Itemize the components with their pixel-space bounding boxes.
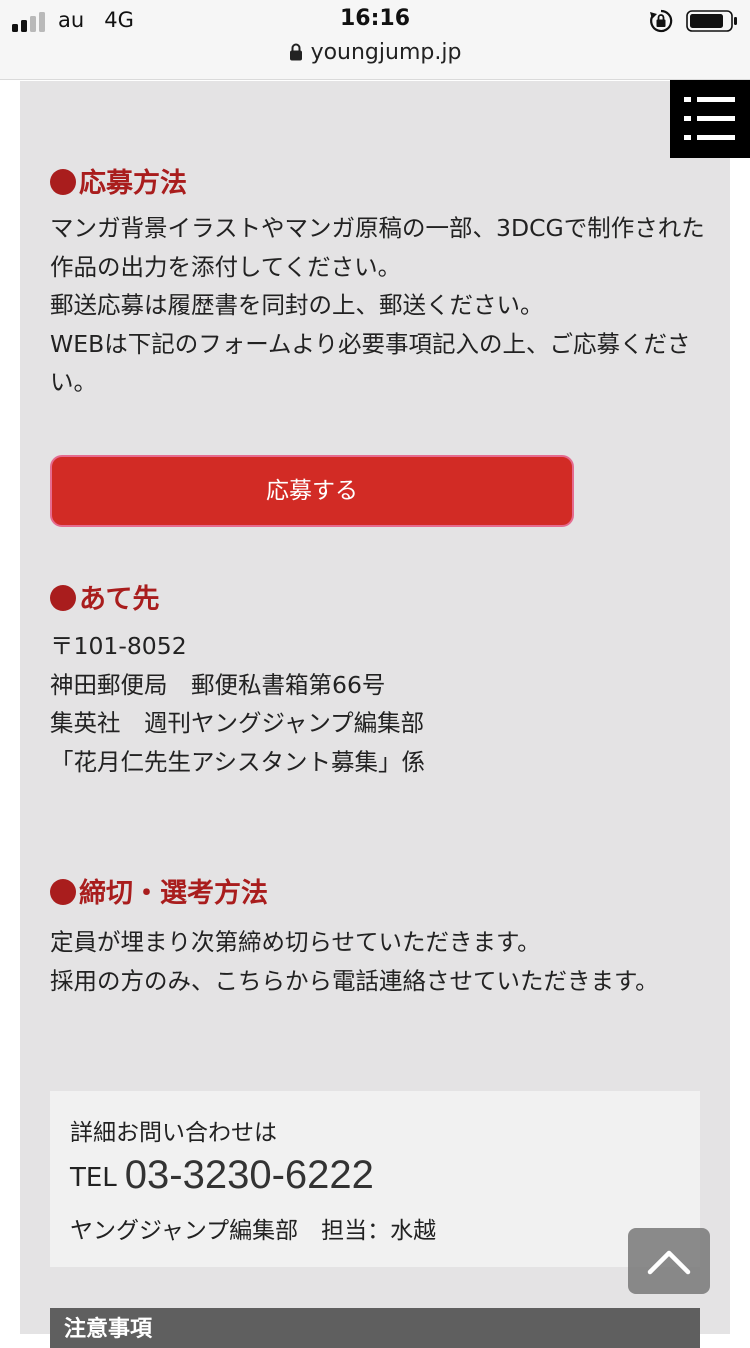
bullet-dot-icon — [50, 585, 76, 611]
status-bar: au 4G 16:16 youngjump.jp — [0, 0, 750, 80]
contact-box: 詳細お問い合わせは TEL 03-3230-6222 ヤングジャンプ編集部 担当：… — [50, 1091, 700, 1267]
contact-department: ヤングジャンプ編集部 担当：水越 — [70, 1218, 437, 1244]
address-text: 〒101-8052 神田郵便局 郵便私書箱第66号 集英社 週刊ヤングジャンプ編… — [50, 632, 426, 776]
notes-header: 注意事項 — [50, 1308, 700, 1348]
url-text: youngjump.jp — [310, 40, 462, 65]
bullet-dot-icon — [50, 169, 76, 195]
apply-method-text: マンガ背景イラストやマンガ原稿の一部、3DCGで制作された作品の出力を添付してく… — [50, 214, 705, 396]
bullet-dot-icon — [50, 879, 76, 905]
chevron-up-icon — [647, 1250, 691, 1275]
rotation-lock-icon — [650, 9, 673, 33]
lock-icon — [289, 43, 302, 61]
battery-icon — [686, 10, 737, 32]
section-title: 締切・選考方法 — [79, 878, 268, 909]
back-to-top-button[interactable] — [628, 1228, 710, 1294]
tel-number[interactable]: 03-3230-6222 — [125, 1153, 374, 1197]
section-address: あて先 — [50, 577, 159, 616]
status-time: 16:16 — [339, 6, 411, 31]
section-deadline: 締切・選考方法 — [50, 871, 268, 910]
tel-label: TEL — [70, 1163, 117, 1193]
section-title: 応募方法 — [79, 168, 187, 199]
contact-phone: TEL 03-3230-6222 — [70, 1153, 374, 1198]
section-title: あて先 — [79, 584, 160, 615]
url-bar[interactable]: youngjump.jp — [0, 40, 750, 65]
content-panel: 応募方法 マンガ背景イラストやマンガ原稿の一部、3DCGで制作された作品の出力を… — [20, 81, 730, 1348]
deadline-text: 定員が埋まり次第締め切らせていただきます。 採用の方のみ、こちらから電話連絡させ… — [50, 928, 659, 995]
section-apply-method: 応募方法 — [50, 161, 187, 200]
menu-button[interactable] — [670, 80, 750, 158]
apply-button[interactable]: 応募する — [50, 455, 574, 527]
contact-intro: 詳細お問い合わせは — [70, 1120, 277, 1146]
